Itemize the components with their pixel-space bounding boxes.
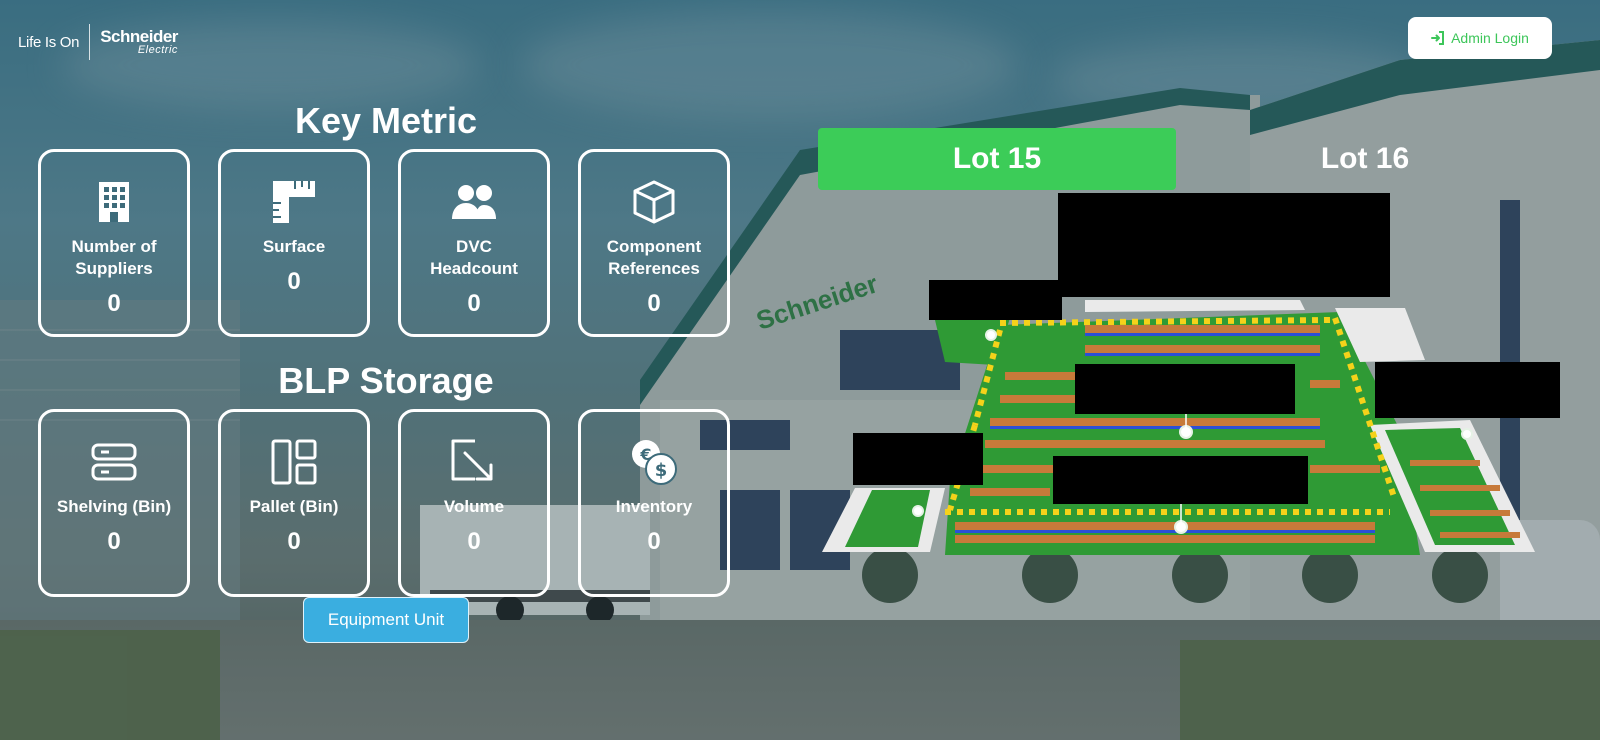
- redaction-block: [1053, 456, 1308, 504]
- redaction-block: [1075, 364, 1295, 414]
- warehouse-floor-plan[interactable]: [0, 0, 1600, 740]
- redaction-block: [1058, 193, 1390, 297]
- redaction-block: [1375, 362, 1560, 418]
- redaction-block: [929, 280, 1062, 320]
- redaction-block: [853, 433, 983, 485]
